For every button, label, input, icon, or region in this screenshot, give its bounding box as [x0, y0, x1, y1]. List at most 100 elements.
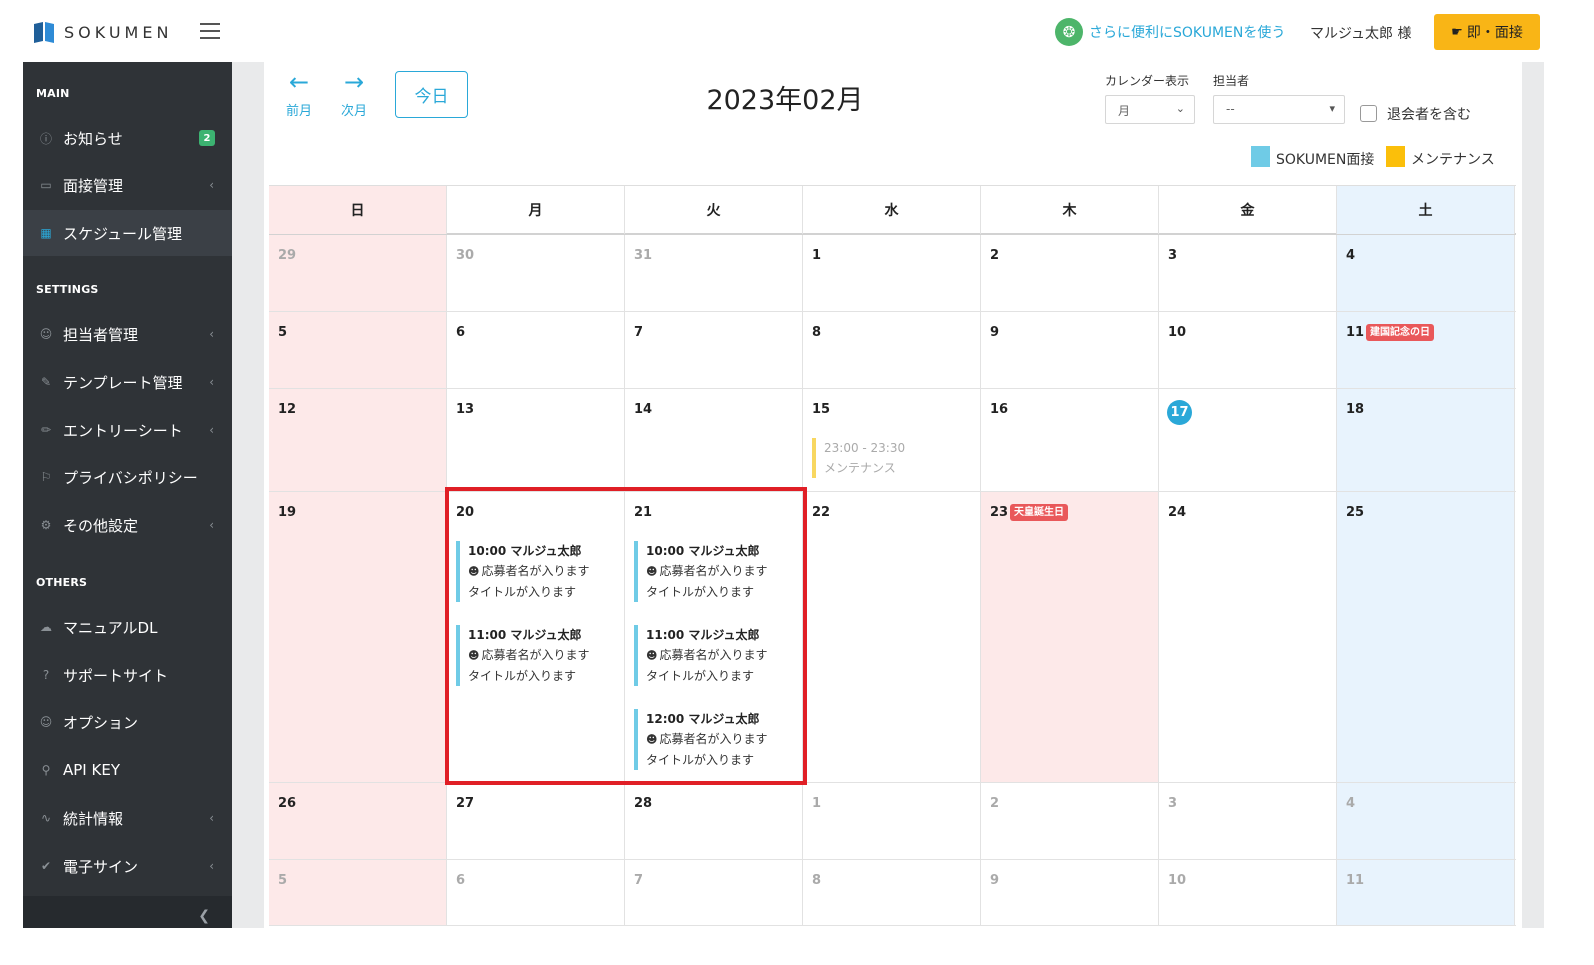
calendar-day-cell[interactable]: 5: [269, 312, 447, 388]
calendar-day-cell[interactable]: 22: [803, 492, 981, 782]
calendar-day-cell[interactable]: 7: [625, 312, 803, 388]
calendar-day-cell[interactable]: 13: [447, 389, 625, 491]
calendar-day-cell[interactable]: 9: [981, 860, 1159, 925]
promo-link[interactable]: ❂ さらに便利にSOKUMENを使う: [1055, 18, 1285, 46]
person-icon: ☻: [468, 649, 480, 662]
interview-event[interactable]: 11:00 マルジュ太郎 ☻ 応募者名が入ります タイトルが入ります: [634, 625, 794, 686]
calendar-day-cell[interactable]: 3: [1159, 783, 1337, 859]
sidebar-item-manual-download[interactable]: ☁ マニュアルDL: [23, 604, 232, 650]
calendar-day-cell[interactable]: 4: [1337, 235, 1515, 311]
day-number: 3: [1168, 248, 1178, 263]
calendar-day-cell[interactable]: 9: [981, 312, 1159, 388]
calendar-day-cell[interactable]: 8: [803, 312, 981, 388]
prev-month-button[interactable]: ← 前月: [279, 70, 319, 119]
instant-interview-button[interactable]: ☛ 即・面接: [1434, 14, 1540, 50]
view-select-label: カレンダー表示: [1105, 74, 1190, 88]
next-month-label: 次月: [340, 104, 367, 119]
calendar-day-cell[interactable]: 6: [447, 312, 625, 388]
calendar-day-cell[interactable]: 10: [1159, 860, 1337, 925]
calendar-day-cell[interactable]: 14: [625, 389, 803, 491]
calendar-day-cell[interactable]: 2: [981, 783, 1159, 859]
calendar-day-cell[interactable]: 6: [447, 860, 625, 925]
calendar-day-cell[interactable]: 16: [981, 389, 1159, 491]
lightbulb-icon: ❂: [1055, 18, 1083, 46]
interview-event[interactable]: 11:00 マルジュ太郎 ☻ 応募者名が入ります タイトルが入ります: [456, 625, 616, 686]
sidebar-item-interviews[interactable]: ▭ 面接管理 ‹: [23, 162, 232, 208]
sidebar-item-other-settings[interactable]: ⚙ その他設定 ‹: [23, 502, 232, 548]
calendar-day-cell[interactable]: 19: [269, 492, 447, 782]
collapse-sidebar-icon[interactable]: ❮: [198, 908, 210, 924]
calendar-day-cell[interactable]: 23 天皇誕生日: [981, 492, 1159, 782]
sidebar-item-support-site[interactable]: ? サポートサイト: [23, 652, 232, 698]
calendar-day-cell[interactable]: 5: [269, 860, 447, 925]
calendar-day-cell[interactable]: 10: [1159, 312, 1337, 388]
interview-event[interactable]: 10:00 マルジュ太郎 ☻ 応募者名が入ります タイトルが入ります: [456, 541, 616, 602]
calendar-day-cell[interactable]: 25: [1337, 492, 1515, 782]
today-date-marker: 17: [1167, 400, 1192, 425]
sidebar-item-templates[interactable]: ✎ テンプレート管理 ‹: [23, 359, 232, 405]
calendar-day-cell[interactable]: 17: [1159, 389, 1337, 491]
info-icon: ⓘ: [39, 131, 52, 146]
calendar-day-cell[interactable]: 1: [803, 235, 981, 311]
holiday-badge: 天皇誕生日: [1010, 504, 1068, 521]
calendar-day-cell[interactable]: 11 建国記念の日: [1337, 312, 1515, 388]
calendar-day-cell[interactable]: 29: [269, 235, 447, 311]
sidebar-item-entry-sheet[interactable]: ✏ エントリーシート ‹: [23, 407, 232, 453]
calendar-day-cell[interactable]: 30: [447, 235, 625, 311]
calendar-day-cell[interactable]: 3: [1159, 235, 1337, 311]
calendar-day-cell[interactable]: 7: [625, 860, 803, 925]
calendar-day-cell[interactable]: 26: [269, 783, 447, 859]
sidebar-item-privacy-policy[interactable]: ⚐ プライバシポリシー: [23, 454, 232, 500]
sidebar-item-e-signature[interactable]: ✔ 電子サイン ‹: [23, 843, 232, 889]
next-month-button[interactable]: → 次月: [334, 70, 374, 119]
calendar-day-cell[interactable]: 27: [447, 783, 625, 859]
sidebar-item-schedule[interactable]: ▦ スケジュール管理: [23, 210, 232, 256]
event-applicant-name: 応募者名が入ります: [659, 732, 768, 746]
sidebar-item-statistics[interactable]: ∿ 統計情報 ‹: [23, 795, 232, 841]
weekday-fri: 金: [1159, 186, 1337, 234]
calendar-day-cell[interactable]: 24: [1159, 492, 1337, 782]
interview-event[interactable]: 10:00 マルジュ太郎 ☻ 応募者名が入ります タイトルが入ります: [634, 541, 794, 602]
calendar-day-cell[interactable]: 21 10:00 マルジュ太郎 ☻ 応募者名が入ります タイトルが入ります 11:00 マ…: [625, 492, 803, 782]
sidebar-item-staff[interactable]: ☺ 担当者管理 ‹: [23, 311, 232, 357]
calendar-day-cell[interactable]: 31: [625, 235, 803, 311]
logo[interactable]: SOKUMEN: [34, 20, 172, 44]
today-button[interactable]: 今日: [395, 71, 468, 118]
calendar-day-cell[interactable]: 8: [803, 860, 981, 925]
sidebar-item-api-key[interactable]: ⚲ API KEY: [23, 747, 232, 793]
menu-toggle-icon[interactable]: [200, 23, 220, 39]
day-number: 26: [278, 796, 297, 811]
calendar-day-cell[interactable]: 20 10:00 マルジュ太郎 ☻ 応募者名が入ります タイトルが入ります 11:00 マ…: [447, 492, 625, 782]
view-select[interactable]: 月 ⌄: [1105, 95, 1195, 124]
include-retired-checkbox[interactable]: [1360, 105, 1377, 122]
logo-mark-icon: [34, 20, 56, 44]
event-applicant: ☻ 応募者名が入ります: [646, 729, 794, 750]
day-number: 4: [1346, 248, 1356, 263]
arrow-left-icon: ←: [288, 68, 310, 96]
sidebar-item-options[interactable]: ☺ オプション: [23, 699, 232, 745]
logo-text: SOKUMEN: [64, 22, 173, 42]
scrollbar-track[interactable]: [1522, 62, 1544, 928]
calendar-day-cell[interactable]: 28: [625, 783, 803, 859]
day-number: 1: [812, 248, 822, 263]
calendar-day-cell[interactable]: 12: [269, 389, 447, 491]
calendar-day-cell[interactable]: 18: [1337, 389, 1515, 491]
day-number: 2: [990, 796, 1000, 811]
calendar-week-row: 29 30 31 1 2 3 4: [269, 235, 1516, 312]
include-retired-label[interactable]: 退会者を含む: [1387, 104, 1471, 124]
calendar-day-cell[interactable]: 15 23:00 - 23:30 メンテナンス: [803, 389, 981, 491]
interview-event[interactable]: 12:00 マルジュ太郎 ☻ 応募者名が入ります タイトルが入ります: [634, 709, 794, 770]
sidebar-item-label: お知らせ: [63, 129, 123, 148]
calendar-day-cell[interactable]: 1: [803, 783, 981, 859]
calendar-day-cell[interactable]: 11: [1337, 860, 1515, 925]
weekday-sat: 土: [1337, 186, 1515, 234]
sidebar-item-news[interactable]: ⓘ お知らせ 2: [23, 115, 232, 161]
staff-select[interactable]: -- ▾: [1213, 95, 1345, 124]
pencil-icon: ✏: [40, 423, 52, 437]
maintenance-event[interactable]: 23:00 - 23:30 メンテナンス: [812, 438, 972, 478]
legend-swatch-maintenance: [1386, 146, 1405, 167]
calendar-day-cell[interactable]: 4: [1337, 783, 1515, 859]
sidebar-item-label: オプション: [63, 713, 139, 732]
calendar-day-cell[interactable]: 2: [981, 235, 1159, 311]
user-name[interactable]: マルジュ太郎 様: [1310, 23, 1411, 43]
